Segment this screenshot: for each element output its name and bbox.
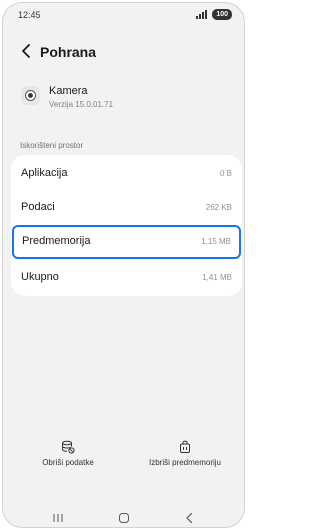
row-value: 1,41 MB xyxy=(202,273,232,282)
recents-button[interactable] xyxy=(49,510,67,526)
status-bar: 12:45 100 xyxy=(3,3,244,27)
row-application: Aplikacija 0 B xyxy=(11,157,242,191)
signal-icon xyxy=(196,10,208,19)
phone-screen: 12:45 100 Pohrana Kamera Verzija 15.0.01… xyxy=(2,2,245,528)
row-value: 0 B xyxy=(219,169,232,178)
back-icon xyxy=(186,512,193,524)
row-value: 262 KB xyxy=(205,203,232,212)
back-button[interactable] xyxy=(15,40,37,62)
row-data: Podaci 262 KB xyxy=(11,191,242,225)
row-cache: Predmemorija 1,15 MB xyxy=(12,225,241,259)
clear-data-label: Obriši podatke xyxy=(42,458,94,467)
camera-icon xyxy=(21,86,40,105)
section-label: Iskorišteni prostor xyxy=(20,141,84,150)
row-value: 1,15 MB xyxy=(201,237,231,246)
row-label: Predmemorija xyxy=(22,235,91,247)
home-button[interactable] xyxy=(115,510,133,526)
clear-cache-label: Izbriši predmemoriju xyxy=(148,458,222,467)
home-icon xyxy=(119,513,129,523)
recents-icon xyxy=(53,514,63,522)
status-time: 12:45 xyxy=(18,10,41,20)
app-version: Verzija 15.0.01.71 xyxy=(49,100,114,109)
app-info: Kamera Verzija 15.0.01.71 xyxy=(3,83,244,113)
row-label: Podaci xyxy=(21,201,55,213)
header: Pohrana xyxy=(3,39,244,65)
page-title: Pohrana xyxy=(40,44,97,60)
arrow-left-icon xyxy=(22,44,30,58)
navigation-bar xyxy=(3,508,244,527)
nav-back-button[interactable] xyxy=(180,510,198,526)
bottom-actions: Obriši podatke Izbriši predmemoriju xyxy=(3,440,244,480)
storage-card: Aplikacija 0 B Podaci 262 KB Predmemorij… xyxy=(11,155,242,296)
status-icons: 100 xyxy=(196,9,232,20)
row-label: Aplikacija xyxy=(21,167,68,179)
battery-icon: 100 xyxy=(212,9,232,20)
app-name: Kamera xyxy=(49,85,88,97)
database-clear-icon xyxy=(62,440,75,454)
clear-cache-button[interactable]: Izbriši predmemoriju xyxy=(130,440,240,467)
clear-data-button[interactable]: Obriši podatke xyxy=(13,440,123,467)
cache-clear-icon xyxy=(180,440,190,453)
row-total: Ukupno 1,41 MB xyxy=(11,261,242,295)
row-label: Ukupno xyxy=(21,271,59,283)
